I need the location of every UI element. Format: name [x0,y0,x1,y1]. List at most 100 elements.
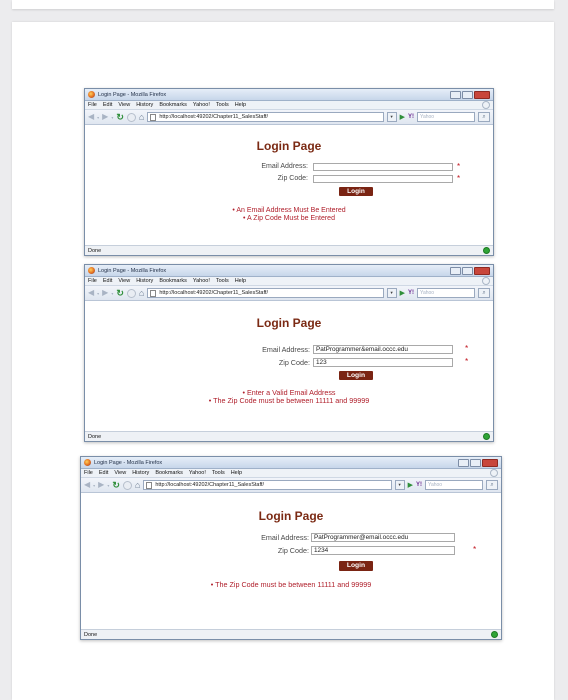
menu-bookmarks[interactable]: Bookmarks [159,102,187,108]
menu-bar: File Edit View History Bookmarks Yahoo! Tools H… [85,277,493,286]
home-icon[interactable]: ⌂ [139,112,144,122]
login-button[interactable]: Login [339,561,373,571]
menu-tools[interactable]: Tools [216,278,229,284]
address-bar[interactable]: http://localhost:49202/Chapter11_SalesSt… [147,288,384,298]
yahoo-toolbar-button[interactable]: Y! [408,114,414,120]
stop-icon[interactable] [122,480,132,490]
error-message: • The Zip Code must be between 11111 and… [210,580,372,589]
go-icon[interactable]: ▶ [408,482,413,489]
validation-summary: • An Email Address Must Be Entered • A Zi… [85,207,493,222]
menu-edit[interactable]: Edit [99,470,108,476]
status-ok-icon [483,433,490,440]
menu-view[interactable]: View [114,470,126,476]
menu-yahoo[interactable]: Yahoo! [189,470,206,476]
address-bar[interactable]: http://localhost:49202/Chapter11_SalesSt… [143,480,392,490]
email-field[interactable] [313,163,453,171]
zip-field[interactable]: 1234 [311,546,455,555]
reload-icon[interactable]: ↻ [116,112,124,122]
url-dropdown-icon[interactable]: ▼ [386,288,397,298]
email-label: Email Address: [262,345,310,354]
minimize-button[interactable] [450,266,461,275]
forward-arrow-icon[interactable]: ▶ [102,113,108,121]
zip-field[interactable]: 123 [313,358,453,367]
activity-throbber [482,277,490,285]
yahoo-toolbar-button[interactable]: Y! [416,482,422,488]
required-marker: * [457,174,461,183]
menu-help[interactable]: Help [235,102,246,108]
yahoo-toolbar-button[interactable]: Y! [408,290,414,296]
history-dropdown-icon[interactable]: ▾ [97,291,99,296]
menu-view[interactable]: View [118,102,130,108]
menu-tools[interactable]: Tools [212,470,225,476]
maximize-button[interactable] [462,266,473,275]
home-icon[interactable]: ⌂ [139,288,144,298]
stop-icon[interactable] [126,112,136,122]
url-dropdown-icon[interactable]: ▼ [394,480,405,490]
history-dropdown-icon[interactable]: ▾ [97,115,99,120]
url-text: http://localhost:49202/Chapter11_SalesSt… [155,482,264,488]
close-window-button[interactable] [474,90,490,99]
url-dropdown-icon[interactable]: ▼ [386,112,397,122]
search-input[interactable]: Yahoo [417,288,475,298]
login-button[interactable]: Login [339,371,373,380]
status-bar: Done [81,629,501,639]
search-icon[interactable]: ⌕ [478,288,490,298]
menu-yahoo[interactable]: Yahoo! [193,278,210,284]
menu-help[interactable]: Help [231,470,242,476]
stop-icon[interactable] [126,288,136,298]
menu-history[interactable]: History [132,470,149,476]
history-dropdown-icon[interactable]: ▾ [111,291,113,296]
menu-yahoo[interactable]: Yahoo! [193,102,210,108]
menu-file[interactable]: File [84,470,93,476]
previous-page-card [12,0,554,9]
history-dropdown-icon[interactable]: ▾ [107,483,109,488]
login-button[interactable]: Login [339,187,373,196]
error-message: • The Zip Code must be between 11111 and… [208,395,370,405]
go-icon[interactable]: ▶ [400,114,405,121]
maximize-button[interactable] [470,458,481,467]
email-field[interactable]: PatProgrammer@email.occc.edu [311,533,455,542]
menu-edit[interactable]: Edit [103,102,112,108]
back-arrow-icon[interactable]: ◀ [88,113,94,121]
page-content: Login Page Email Address: PatProgrammer@em… [81,493,501,627]
history-dropdown-icon[interactable]: ▾ [111,115,113,120]
search-input[interactable]: Yahoo [417,112,475,122]
menu-file[interactable]: File [88,278,97,284]
forward-arrow-icon[interactable]: ▶ [98,481,104,489]
maximize-button[interactable] [462,90,473,99]
menu-bookmarks[interactable]: Bookmarks [159,278,187,284]
page-title: Login Page [256,139,322,153]
reload-icon[interactable]: ↻ [112,480,120,490]
menu-tools[interactable]: Tools [216,102,229,108]
minimize-button[interactable] [458,458,469,467]
forward-arrow-icon[interactable]: ▶ [102,289,108,297]
email-field[interactable]: PatProgrammer&email.occc.edu [313,345,453,354]
close-window-button[interactable] [482,458,498,467]
firefox-icon [88,267,95,274]
address-bar[interactable]: http://localhost:49202/Chapter11_SalesSt… [147,112,384,122]
search-icon[interactable]: ⌕ [478,112,490,122]
email-label: Email Address: [261,533,309,542]
zip-field[interactable] [313,175,453,183]
menu-bookmarks[interactable]: Bookmarks [155,470,183,476]
window-title: Login Page - Mozilla Firefox [98,91,167,98]
menu-help[interactable]: Help [235,278,246,284]
window-controls [450,266,490,275]
status-bar: Done [85,431,493,441]
menu-history[interactable]: History [136,102,153,108]
menu-history[interactable]: History [136,278,153,284]
go-icon[interactable]: ▶ [400,290,405,297]
minimize-button[interactable] [450,90,461,99]
back-arrow-icon[interactable]: ◀ [84,481,90,489]
back-arrow-icon[interactable]: ◀ [88,289,94,297]
menu-view[interactable]: View [118,278,130,284]
reload-icon[interactable]: ↻ [116,288,124,298]
search-icon[interactable]: ⌕ [486,480,498,490]
menu-file[interactable]: File [88,102,97,108]
close-window-button[interactable] [474,266,490,275]
required-marker: * [465,344,469,353]
history-dropdown-icon[interactable]: ▾ [93,483,95,488]
search-input[interactable]: Yahoo [425,480,483,490]
home-icon[interactable]: ⌂ [135,480,140,490]
menu-edit[interactable]: Edit [103,278,112,284]
